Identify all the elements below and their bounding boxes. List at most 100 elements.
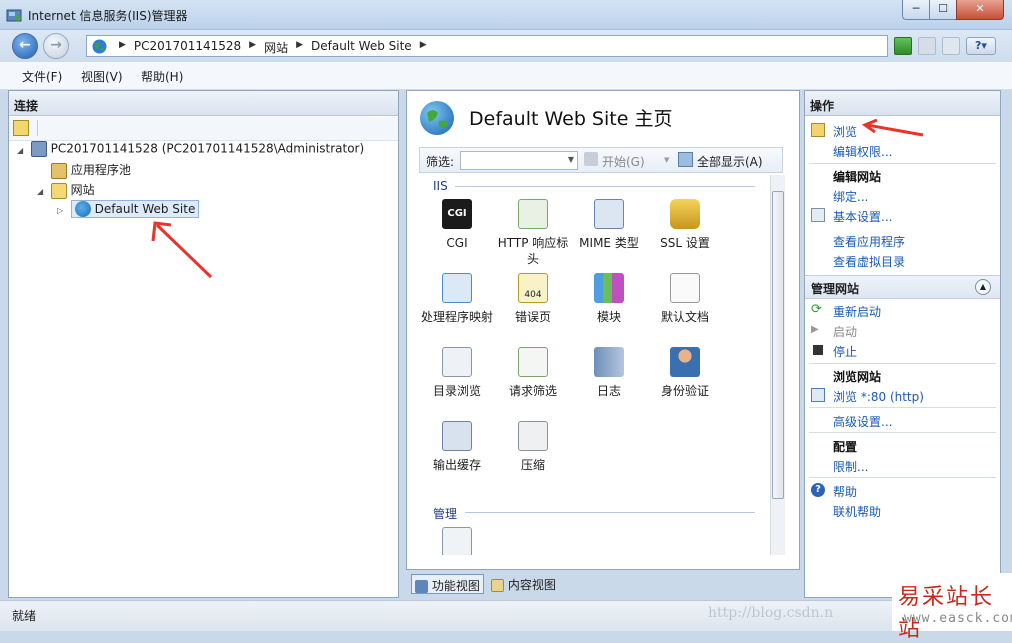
feature-ssl-settings[interactable]: SSL 设置 xyxy=(647,199,723,251)
logo-url: www.easck.com xyxy=(904,611,1012,626)
section-browse-website: 浏览网站 xyxy=(833,370,882,384)
dropdown-icon[interactable]: ▼ xyxy=(568,155,574,164)
tree-node-sites[interactable]: ◢ 网站 xyxy=(37,181,95,201)
group-divider xyxy=(455,186,755,187)
feature-configuration-editor[interactable] xyxy=(419,527,495,555)
action-basic-settings[interactable]: 基本设置... xyxy=(833,208,892,225)
feature-error-pages[interactable]: 404 错误页 xyxy=(495,273,571,325)
action-browse[interactable]: 浏览 xyxy=(833,123,857,140)
modules-icon xyxy=(594,273,624,303)
connections-toolbar xyxy=(9,117,398,141)
collapse-icon[interactable]: ◢ xyxy=(37,187,47,196)
annotation-arrow xyxy=(151,221,213,279)
help-dropdown-button[interactable]: ?▾ xyxy=(966,37,996,55)
server-icon xyxy=(30,141,47,157)
page-title: Default Web Site 主页 xyxy=(469,108,673,130)
menu-view[interactable]: 视图(V) xyxy=(81,68,123,85)
scroll-thumb[interactable] xyxy=(772,191,784,499)
tab-content-view[interactable]: 内容视图 xyxy=(488,574,559,594)
selected-node[interactable]: Default Web Site xyxy=(70,199,200,218)
help-icon: ? xyxy=(811,483,825,497)
breadcrumb: ▶ PC201701141528 ▶ 网站 ▶ Default Web Site… xyxy=(111,39,435,56)
menu-bar: 文件(F) 视图(V) 帮助(H) xyxy=(0,62,1012,90)
breadcrumb-server[interactable]: PC201701141528 xyxy=(134,39,241,56)
logging-icon xyxy=(594,347,624,377)
action-stop[interactable]: 停止 xyxy=(833,343,857,360)
action-view-virtual-directories[interactable]: 查看虚拟目录 xyxy=(833,253,905,270)
filter-toolbar: 筛选: ▼ 开始(G) ▼ 全部显示(A) xyxy=(419,147,783,173)
tree-node-label: PC201701141528 (PC201701141528\Administr… xyxy=(50,141,365,156)
connections-panel: 连接 ◢ PC201701141528 (PC201701141528\Admi… xyxy=(8,90,399,598)
tree-node-server[interactable]: ◢ PC201701141528 (PC201701141528\Adminis… xyxy=(17,141,364,161)
stop-icon[interactable] xyxy=(918,37,936,55)
section-edit-site: 编辑网站 xyxy=(833,170,882,184)
tab-label: 功能视图 xyxy=(431,579,480,593)
show-all-button[interactable]: 全部显示(A) xyxy=(697,153,763,170)
maximize-button[interactable]: ☐ xyxy=(929,0,957,20)
feature-default-document[interactable]: 默认文档 xyxy=(647,273,723,325)
refresh-icon[interactable] xyxy=(894,37,912,55)
action-view-applications[interactable]: 查看应用程序 xyxy=(833,233,905,250)
feature-http-response-headers[interactable]: HTTP 响应标头 xyxy=(495,199,571,267)
filter-label: 筛选: xyxy=(426,155,455,169)
tab-label: 内容视图 xyxy=(507,578,556,592)
action-edit-permissions[interactable]: 编辑权限... xyxy=(833,143,892,160)
tab-features-view[interactable]: 功能视图 xyxy=(411,574,484,594)
filter-input[interactable]: ▼ xyxy=(460,151,578,170)
feature-handler-mappings[interactable]: 处理程序映射 xyxy=(419,273,495,325)
action-help[interactable]: 帮助 xyxy=(833,483,857,500)
tree-node-app-pools[interactable]: 应用程序池 xyxy=(51,161,131,181)
start-icon: ▶ xyxy=(811,324,819,335)
toolbar-divider xyxy=(37,120,38,136)
status-bar: 就绪 http://blog.csdn.n xyxy=(0,600,1012,631)
forward-button[interactable]: → xyxy=(43,33,69,59)
folder-icon xyxy=(50,182,67,199)
menu-file[interactable]: 文件(F) xyxy=(22,68,62,85)
back-button[interactable]: ← xyxy=(12,33,38,59)
expand-icon[interactable]: ▷ xyxy=(57,206,67,215)
start-button[interactable]: 开始(G) xyxy=(602,153,645,170)
action-bindings[interactable]: 绑定... xyxy=(833,188,868,205)
iis-app-icon xyxy=(6,7,22,23)
output-caching-icon xyxy=(442,421,472,451)
vertical-scrollbar[interactable] xyxy=(770,175,785,555)
dropdown-icon[interactable]: ▼ xyxy=(664,156,669,164)
feature-label: 处理程序映射 xyxy=(420,310,493,324)
feature-authentication[interactable]: 身份验证 xyxy=(647,347,723,399)
feature-output-caching[interactable]: 输出缓存 xyxy=(419,421,495,473)
collapse-section-icon[interactable]: ▲ xyxy=(975,279,991,295)
feature-directory-browsing[interactable]: 目录浏览 xyxy=(419,347,495,399)
menu-help[interactable]: 帮助(H) xyxy=(141,68,183,85)
connect-icon[interactable] xyxy=(13,120,29,136)
feature-label: 输出缓存 xyxy=(432,458,481,472)
feature-request-filtering[interactable]: 请求筛选 xyxy=(495,347,571,399)
close-button[interactable]: ✕ xyxy=(956,0,1004,20)
action-online-help[interactable]: 联机帮助 xyxy=(833,503,881,520)
globe-icon xyxy=(420,101,454,135)
features-panel: Default Web Site 主页 筛选: ▼ 开始(G) ▼ 全部显示(A… xyxy=(406,90,800,570)
action-restart[interactable]: 重新启动 xyxy=(833,303,881,320)
feature-label: 身份验证 xyxy=(660,384,709,398)
actions-header: 操作 xyxy=(805,91,1000,116)
breadcrumb-sites[interactable]: 网站 xyxy=(264,39,288,56)
title-bar: Internet 信息服务(IIS)管理器 ─ ☐ ✕ xyxy=(0,0,1012,30)
address-bar[interactable]: ▶ PC201701141528 ▶ 网站 ▶ Default Web Site… xyxy=(86,35,888,57)
collapse-icon[interactable]: ◢ xyxy=(17,146,27,155)
action-browse-http[interactable]: 浏览 *:80 (http) xyxy=(833,388,924,405)
action-advanced-settings[interactable]: 高级设置... xyxy=(833,413,892,430)
tree-node-default-web-site[interactable]: ▷ Default Web Site xyxy=(57,199,200,221)
minimize-button[interactable]: ─ xyxy=(902,0,930,20)
chevron-right-icon: ▶ xyxy=(296,40,304,50)
home-icon[interactable] xyxy=(942,37,960,55)
feature-modules[interactable]: 模块 xyxy=(571,273,647,325)
breadcrumb-site[interactable]: Default Web Site xyxy=(311,39,412,56)
status-text: 就绪 xyxy=(12,609,37,623)
feature-compression[interactable]: 压缩 xyxy=(495,421,571,473)
feature-logging[interactable]: 日志 xyxy=(571,347,647,399)
action-limits[interactable]: 限制... xyxy=(833,458,868,475)
feature-mime-types[interactable]: MIME 类型 xyxy=(571,199,647,251)
globe-icon xyxy=(74,201,91,217)
manage-site-header: 管理网站 ▲ xyxy=(805,275,1000,299)
section-title: 管理网站 xyxy=(811,282,860,296)
feature-cgi[interactable]: CGI CGI xyxy=(419,199,495,251)
